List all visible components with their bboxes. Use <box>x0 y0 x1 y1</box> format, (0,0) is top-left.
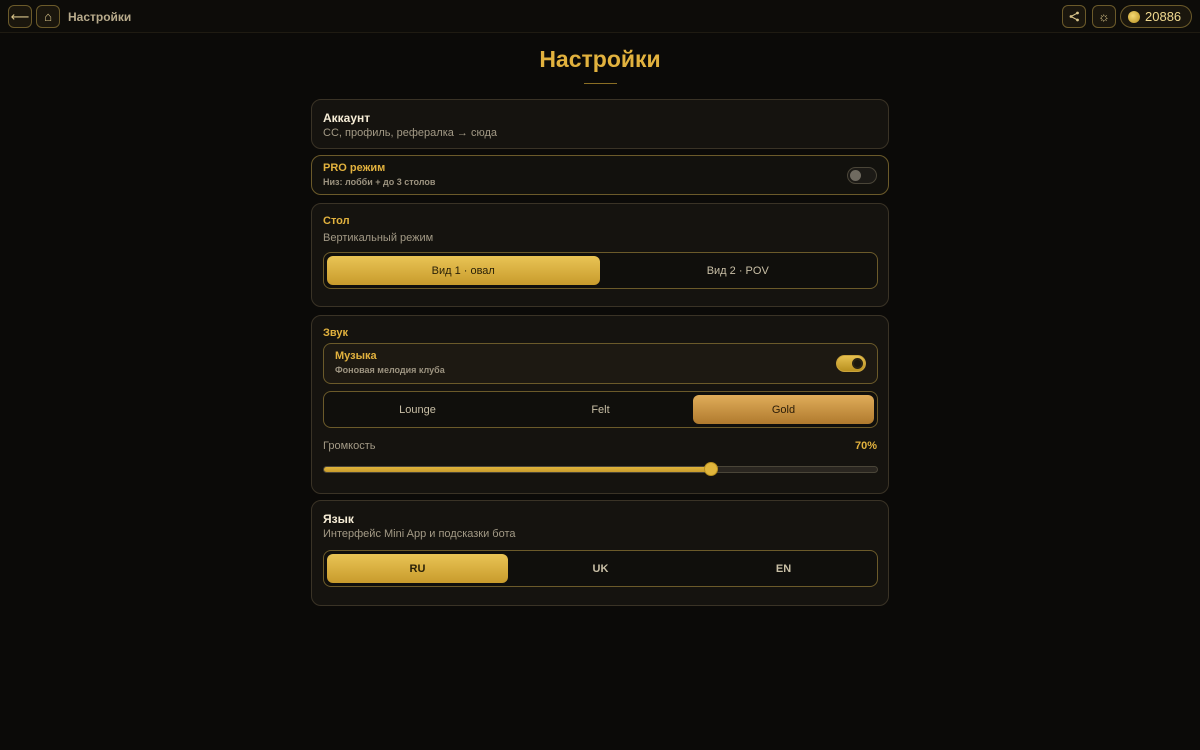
toggle-knob <box>852 358 863 369</box>
volume-slider-fill <box>324 467 712 472</box>
table-view-option-oval[interactable]: Вид 1 · овал <box>327 256 600 285</box>
pro-mode-title: PRO режим <box>323 162 386 174</box>
volume-slider[interactable] <box>323 462 878 476</box>
topbar-title: Настройки <box>68 10 132 24</box>
sound-theme-lounge[interactable]: Lounge <box>327 395 508 424</box>
music-row: Музыка Фоновая мелодия клуба <box>323 343 878 384</box>
page-title: Настройки <box>539 46 661 72</box>
language-subtitle: Интерфейс Mini App и подсказки бота <box>323 528 516 540</box>
theme-button[interactable]: ☼ <box>1092 5 1116 28</box>
volume-label: Громкость <box>323 440 376 452</box>
language-title: Язык <box>323 512 354 526</box>
account-subtitle: CC, профиль, рефералка → сюда <box>323 127 498 139</box>
share-icon <box>1069 11 1079 22</box>
sound-theme-felt[interactable]: Felt <box>510 395 691 424</box>
coin-icon <box>1128 10 1140 23</box>
volume-value: 70% <box>854 440 877 452</box>
music-title: Музыка <box>335 350 377 362</box>
language-card: Язык Интерфейс Mini App и подсказки бота… <box>311 500 889 606</box>
music-subtitle: Фоновая мелодия клуба <box>335 365 445 375</box>
sound-card: Звук Музыка Фоновая мелодия клуба Lounge… <box>311 315 889 494</box>
pro-mode-subtitle: Низ: лобби + до 3 столов <box>323 177 436 187</box>
language-option-en[interactable]: EN <box>693 554 874 583</box>
sound-theme-selector: Lounge Felt Gold <box>323 391 878 428</box>
table-title: Стол <box>323 215 350 227</box>
account-title: Аккаунт <box>323 111 371 125</box>
volume-slider-thumb[interactable] <box>704 462 719 476</box>
sound-theme-gold[interactable]: Gold <box>693 395 874 424</box>
home-icon: ⌂ <box>44 9 52 24</box>
toggle-knob <box>850 170 861 181</box>
share-button[interactable] <box>1062 5 1086 28</box>
home-button[interactable]: ⌂ <box>36 5 60 28</box>
table-card: Стол Вертикальный режим Вид 1 · овал Вид… <box>311 203 889 307</box>
table-view-selector: Вид 1 · овал Вид 2 · POV <box>323 252 878 289</box>
language-selector: RU UK EN <box>323 550 878 587</box>
title-divider <box>584 83 617 84</box>
arrow-left-icon: ⟵ <box>10 8 30 24</box>
language-option-uk[interactable]: UK <box>510 554 691 583</box>
back-button[interactable]: ⟵ <box>8 5 32 28</box>
top-bar: ⟵ ⌂ Настройки ☼ 20886 <box>0 0 1200 33</box>
sun-icon: ☼ <box>1098 9 1110 24</box>
coins-balance[interactable]: 20886 <box>1120 5 1192 28</box>
language-option-ru[interactable]: RU <box>327 554 508 583</box>
coins-value: 20886 <box>1145 9 1182 24</box>
table-subtitle: Вертикальный режим <box>323 232 434 244</box>
pro-mode-card: PRO режим Низ: лобби + до 3 столов <box>311 155 889 195</box>
account-card[interactable]: Аккаунт CC, профиль, рефералка → сюда <box>311 99 889 149</box>
sound-title: Звук <box>323 327 349 339</box>
music-toggle[interactable] <box>836 355 866 372</box>
pro-mode-toggle[interactable] <box>847 167 877 184</box>
table-view-option-pov[interactable]: Вид 2 · POV <box>602 256 875 285</box>
